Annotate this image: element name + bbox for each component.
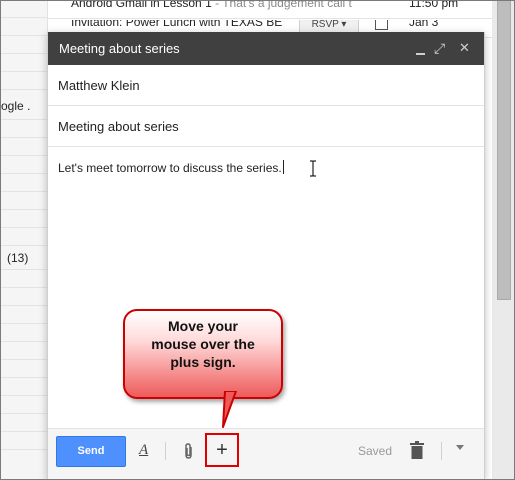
divider: [1, 287, 47, 288]
divider: [1, 341, 47, 342]
text-caret: [282, 160, 284, 174]
to-field[interactable]: Matthew Klein: [48, 65, 484, 106]
divider: [1, 449, 47, 450]
paperclip-icon[interactable]: [182, 442, 196, 460]
toolbar-divider: [165, 442, 166, 460]
scrollbar-thumb[interactable]: [497, 1, 511, 300]
left-count: (13): [7, 251, 29, 265]
divider: [1, 227, 47, 228]
divider: [1, 305, 47, 306]
saved-status: Saved: [358, 444, 393, 458]
instruction-callout: Move your mouse over the plus sign.: [123, 309, 283, 399]
formatting-options-icon[interactable]: A: [139, 442, 148, 459]
popout-icon[interactable]: ⤢: [434, 38, 445, 58]
divider: [1, 395, 47, 396]
more-options-icon[interactable]: [456, 445, 464, 450]
close-icon[interactable]: ✕: [459, 38, 470, 58]
mail-left-column: ogle . (13): [1, 1, 48, 479]
plus-icon[interactable]: +: [207, 435, 237, 465]
inbox-row-time: Jan 3: [409, 20, 439, 29]
insert-more-highlight: +: [205, 433, 239, 467]
callout-pointer: [222, 391, 237, 428]
divider: [1, 431, 47, 432]
compose-title: Meeting about series: [59, 41, 180, 56]
sender-text: Android Gmail in Lesson 1: [71, 1, 212, 10]
body-text-line: Let's meet tomorrow to discuss the serie…: [58, 160, 284, 175]
screenshot-frame: ogle . (13) Android Gmail in Lesson 1 - …: [0, 0, 515, 480]
inbox-row[interactable]: Android Gmail in Lesson 1 - That's a jud…: [47, 1, 492, 19]
divider: [1, 71, 47, 72]
ibeam-cursor-icon: [310, 160, 316, 177]
divider: [1, 173, 47, 174]
divider: [1, 119, 47, 120]
divider: [1, 137, 47, 138]
divider: [1, 17, 47, 18]
compose-window: Meeting about series ⤢ ✕ Matthew Klein M…: [47, 32, 485, 479]
snippet-text: - That's a judgement call t: [211, 1, 352, 10]
divider: [1, 377, 47, 378]
trash-icon[interactable]: [410, 441, 424, 459]
divider: [1, 209, 47, 210]
subject-text: Meeting about series: [58, 119, 179, 134]
divider: [1, 53, 47, 54]
callout-text: Move your mouse over the plus sign.: [151, 318, 255, 370]
send-button[interactable]: Send: [56, 436, 126, 467]
divider: [1, 413, 47, 414]
minimize-icon[interactable]: [416, 53, 425, 55]
divider: [1, 245, 47, 246]
compose-header[interactable]: Meeting about series ⤢ ✕: [48, 32, 484, 65]
divider: [1, 323, 47, 324]
divider: [1, 35, 47, 36]
inbox-row-sender: Invitation: Power Lunch with TEXAS BE: [71, 20, 283, 29]
divider: [1, 269, 47, 270]
divider: [1, 191, 47, 192]
toolbar-divider: [441, 442, 442, 460]
body-text: Let's meet tomorrow to discuss the serie…: [58, 161, 282, 175]
inbox-row-time: 11:50 pm: [409, 1, 459, 10]
divider: [1, 359, 47, 360]
left-snippet: ogle .: [1, 99, 31, 113]
calendar-icon: [375, 20, 388, 30]
inbox-row-sender: Android Gmail in Lesson 1 - That's a jud…: [71, 1, 352, 10]
divider: [1, 89, 47, 90]
to-recipient: Matthew Klein: [58, 78, 140, 93]
subject-field[interactable]: Meeting about series: [48, 106, 484, 147]
divider: [1, 155, 47, 156]
